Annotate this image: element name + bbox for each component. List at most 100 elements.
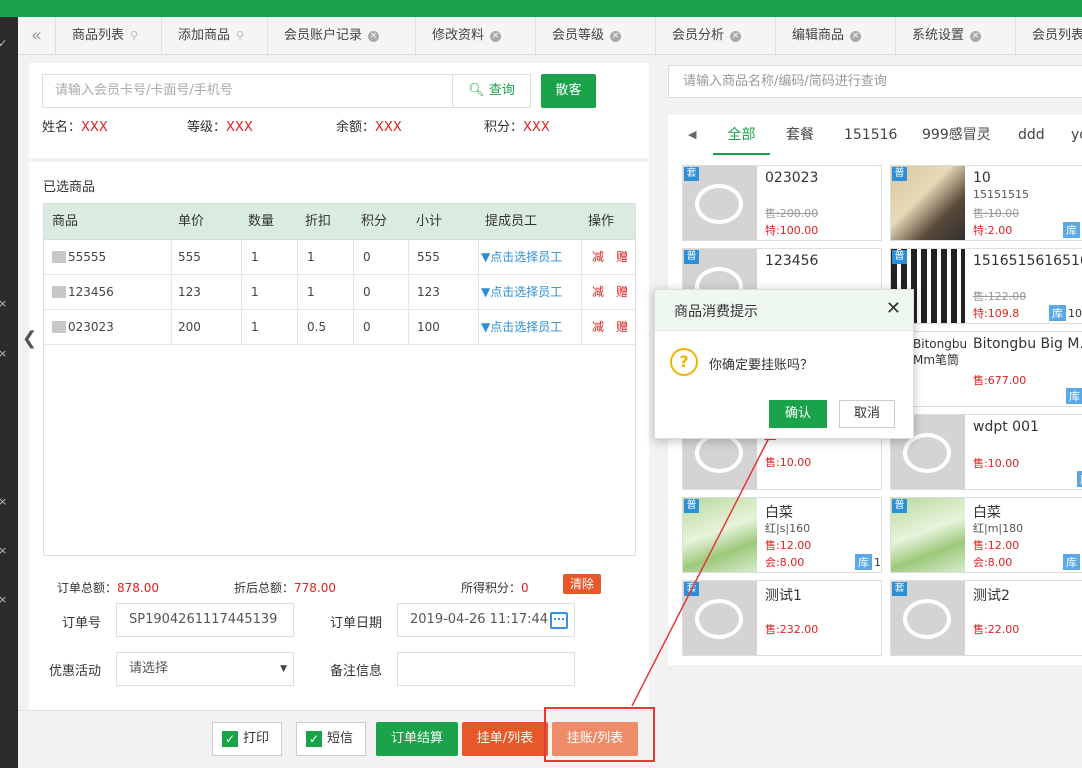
top-bar [0,0,1082,17]
product-card[interactable]: 普 白菜红|s|160 售:12.00 会:8.00 库109 [682,497,882,573]
confirm-button[interactable]: 确认 [769,400,827,428]
product-spec: 红|m|180 [973,522,1024,535]
dialog-header: 商品消费提示 ✕ [655,290,913,331]
search-icon: 🔍︎ [468,83,485,98]
product-thumbnail-icon [52,286,66,298]
member-price: 会:8.00 [765,556,805,569]
strip-mark: × [0,593,8,606]
product-card[interactable]: 普 白菜红|m|180 售:12.00 会:8.00 库109 [890,497,1082,573]
tab-system-settings[interactable]: 系统设置 × [896,17,1016,54]
product-card[interactable]: Bitongbu Mm笔筒 Bitongbu Big M… 售:677.00 库-10 [890,331,1082,407]
tab-add-product[interactable]: 添加商品 ⚲ [162,17,268,54]
walkin-button[interactable]: 散客 [541,74,596,108]
stock-value: 109 [874,556,881,569]
product-type-badge: 套 [684,167,699,181]
dialog-title: 商品消费提示 [674,304,758,320]
strip-mark: × [0,347,8,360]
tab-member-analysis[interactable]: 会员分析 × [656,17,776,54]
category-all[interactable]: 全部 [713,115,770,155]
order-no-field[interactable]: SP1904261117445139 [116,603,294,637]
tab-bar: « 商品列表 ⚲ 添加商品 ⚲ 会员账户记录 × 修改资料 × 会员等级 × 会员分析 × … [18,17,1082,55]
staff-selector[interactable]: ▼点击选择员工 [479,240,582,275]
product-card[interactable]: 套 023023 售:200.00 特:100.00 [682,165,882,241]
caret-left-icon[interactable]: ◀ [688,115,696,155]
check-icon: ✓ [306,731,322,747]
close-icon[interactable]: × [610,31,622,42]
pin-icon[interactable]: ⚲ [130,17,138,54]
staff-selector[interactable]: ▼点击选择员工 [479,275,582,310]
pin-icon[interactable]: ⚲ [236,17,244,54]
gift-button[interactable]: 赠 [616,320,628,334]
product-spec: 红|s|160 [765,522,811,535]
sms-checkbox[interactable]: ✓ 短信 [296,722,366,756]
cell-qty: 1 [242,275,298,310]
query-button[interactable]: 🔍︎ 查询 [453,74,531,108]
col-actions: 操作 [588,214,615,229]
gift-button[interactable]: 赠 [616,250,628,264]
close-icon[interactable]: × [970,31,982,42]
reduce-button[interactable]: 减 [592,250,604,264]
category-bar: ◀ 全部 套餐 151516 999感冒灵 ddd yo [668,115,1082,155]
cell-price: 200 [172,310,242,345]
tab-member-level[interactable]: 会员等级 × [536,17,656,54]
hold-order-button[interactable]: 挂单/列表 [462,722,548,756]
member-balance: 余额：XXX [336,120,402,135]
category-151516[interactable]: 151516 [844,115,897,155]
order-date-field[interactable]: 2019-04-26 11:17:44 [397,603,575,637]
product-card[interactable]: 套 测试1 售:232.00 [682,580,882,656]
product-card[interactable]: 普 10 15151515 售:10.00 特:2.00 库127 [890,165,1082,241]
close-icon[interactable]: × [490,31,502,42]
annotation-highlight-box [544,707,655,762]
product-type-badge: 普 [892,499,907,513]
cloud-placeholder-icon [903,599,951,639]
category-999[interactable]: 999感冒灵 [922,115,991,155]
checkout-button[interactable]: 订单结算 [376,722,458,756]
category-yo[interactable]: yo [1071,115,1082,155]
col-staff: 提成员工 [485,214,538,229]
sale-price: 售:12.00 [973,539,1020,552]
product-search-input[interactable]: 请输入商品名称/编码/简码进行查询 [668,65,1082,98]
tab-edit-product[interactable]: 编辑商品 × [776,17,896,54]
chevron-left-icon[interactable]: ❮ [22,328,37,349]
calendar-icon[interactable] [550,612,568,629]
double-left-icon[interactable]: « [18,17,56,54]
close-icon[interactable]: × [850,31,862,42]
cell-qty: 1 [242,310,298,345]
tab-member-list[interactable]: 会员列表 [1016,17,1082,54]
remark-field[interactable] [397,652,575,686]
product-card[interactable]: wdpt 001 售:10.00 库6 [890,414,1082,490]
cancel-button[interactable]: 取消 [839,400,895,428]
cell-product: 023023 [44,310,172,345]
tab-member-account[interactable]: 会员账户记录 × [268,17,416,54]
cell-product: 55555 [44,240,172,275]
close-icon[interactable]: ✕ [886,298,901,319]
sale-price: 售:12.00 [765,539,812,552]
member-box: 请输入会员卡号/卡面号/手机号 🔍︎ 查询 散客 姓名：XXX 等级：XXX 余… [29,63,649,158]
reduce-button[interactable]: 减 [592,285,604,299]
tab-edit-profile[interactable]: 修改资料 × [416,17,536,54]
category-package[interactable]: 套餐 [786,115,814,155]
product-card[interactable]: 普 15165156165165 售:122.00 特:109.8 库10326 [890,248,1082,324]
product-name: 10 [973,170,991,186]
order-panel: 请输入会员卡号/卡面号/手机号 🔍︎ 查询 散客 姓名：XXX 等级：XXX 余… [18,55,654,768]
promo-select[interactable]: 请选择 ▼ [116,652,294,686]
category-ddd[interactable]: ddd [1018,115,1045,155]
sale-price: 售:22.00 [973,623,1020,636]
product-card[interactable]: 套 测试2 售:22.00 [890,580,1082,656]
reduce-button[interactable]: 减 [592,320,604,334]
tab-product-list[interactable]: 商品列表 ⚲ [56,17,162,54]
cell-discount: 0.5 [298,310,354,345]
confirm-dialog: 商品消费提示 ✕ ? 你确定要挂账吗？ 确认 取消 [654,289,914,439]
cell-discount: 1 [298,275,354,310]
staff-selector[interactable]: ▼点击选择员工 [479,310,582,345]
clear-button[interactable]: 清除 [563,574,601,594]
gift-button[interactable]: 赠 [616,285,628,299]
product-name: Bitongbu Big M… [973,336,1082,352]
close-icon[interactable]: × [368,31,380,42]
close-icon[interactable]: × [730,31,742,42]
product-name: 白菜 [973,505,1001,521]
sale-price: 特:100.00 [765,224,819,237]
print-checkbox[interactable]: ✓ 打印 [212,722,282,756]
member-search-input[interactable]: 请输入会员卡号/卡面号/手机号 [42,74,453,108]
product-name: 15165156165165 [973,253,1082,269]
